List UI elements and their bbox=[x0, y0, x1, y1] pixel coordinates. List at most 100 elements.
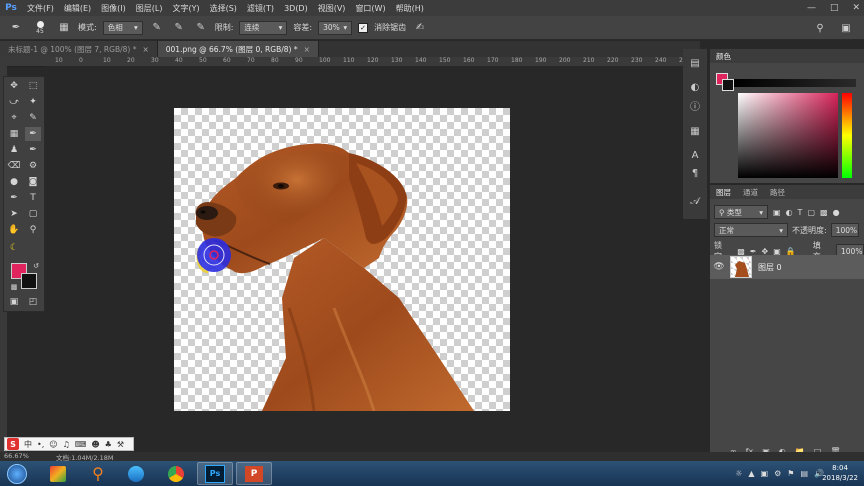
history-panel-icon[interactable]: ▤ bbox=[687, 55, 703, 71]
skin-icon[interactable]: ♣ bbox=[105, 440, 112, 449]
blend-mode-select[interactable]: 正常 ▾ bbox=[714, 223, 788, 237]
filter-adjust-icon[interactable]: ◐ bbox=[786, 208, 793, 217]
filter-toggle-icon[interactable]: ● bbox=[833, 208, 840, 217]
emoji-icon[interactable]: ☺ bbox=[49, 440, 57, 449]
close-icon[interactable]: ✕ bbox=[852, 3, 860, 13]
sample-continuous-icon[interactable]: ✎ bbox=[149, 20, 165, 36]
hue-slider[interactable] bbox=[842, 93, 852, 178]
zoom-level[interactable]: 66.67% bbox=[4, 452, 29, 460]
taskbar-app-photoshop[interactable]: Ps bbox=[197, 462, 233, 485]
blur-tool-icon[interactable]: ● bbox=[6, 175, 22, 189]
tab-color[interactable]: 颜色 bbox=[710, 51, 737, 62]
sogou-logo-icon[interactable]: S bbox=[7, 438, 19, 450]
background-color-swatch[interactable] bbox=[21, 273, 37, 289]
tab-001-png[interactable]: 001.png @ 66.7% (图层 0, RGB/8) * × bbox=[157, 41, 319, 57]
filter-shape-icon[interactable]: ▢ bbox=[807, 208, 815, 217]
menu-edit[interactable]: 编辑(E) bbox=[59, 3, 96, 14]
brush-panel-icon[interactable]: ▦ bbox=[56, 20, 72, 36]
brush-size-picker[interactable]: 45 bbox=[30, 20, 50, 35]
punctuation-icon[interactable]: •, bbox=[37, 440, 44, 449]
close-tab-icon[interactable]: × bbox=[142, 45, 148, 54]
menu-window[interactable]: 窗口(W) bbox=[350, 3, 390, 14]
path-selection-tool-icon[interactable]: ➤ bbox=[6, 207, 22, 221]
menu-type[interactable]: 文字(Y) bbox=[167, 3, 204, 14]
limits-select[interactable]: 连续 ▾ bbox=[239, 20, 288, 35]
quick-mask-icon[interactable]: ▣ bbox=[6, 295, 22, 309]
opacity-input[interactable]: 100% bbox=[830, 223, 859, 237]
marquee-tool-icon[interactable]: ⬚ bbox=[25, 79, 41, 93]
magic-wand-tool-icon[interactable]: ✦ bbox=[25, 95, 41, 109]
menu-select[interactable]: 选择(S) bbox=[205, 3, 242, 14]
menu-help[interactable]: 帮助(H) bbox=[391, 3, 429, 14]
crop-tool-icon[interactable]: ⌖ bbox=[6, 111, 22, 125]
clone-stamp-tool-icon[interactable]: ♟ bbox=[6, 143, 22, 157]
tolerance-input[interactable]: 30% ▾ bbox=[318, 20, 353, 35]
dodge-tool-icon[interactable]: ◙ bbox=[25, 175, 41, 189]
tab-untitled[interactable]: 未标题-1 @ 100% (图层 7, RGB/8) * × bbox=[0, 41, 158, 57]
antialias-checkbox[interactable]: ✓ bbox=[358, 22, 369, 33]
tray-icon-4[interactable]: ⚙ bbox=[774, 469, 781, 478]
mode-select[interactable]: 色相 ▾ bbox=[102, 20, 143, 35]
tray-icon-1[interactable]: ☼ bbox=[735, 469, 742, 478]
taskbar-app-search[interactable]: ⚲ bbox=[80, 462, 116, 485]
taskbar-app-chrome-store[interactable] bbox=[40, 462, 76, 485]
layer-filter-select[interactable]: ⚲ 类型 ▾ bbox=[714, 205, 768, 219]
menu-filter[interactable]: 滤镜(T) bbox=[242, 3, 279, 14]
maximize-icon[interactable]: □ bbox=[830, 3, 839, 13]
hand-tool-icon[interactable]: ✋ bbox=[6, 223, 22, 237]
paragraph-panel-icon[interactable]: ¶ bbox=[687, 165, 703, 181]
tray-icon-3[interactable]: ▣ bbox=[761, 469, 769, 478]
tray-icon-5[interactable]: ⚑ bbox=[787, 469, 794, 478]
menu-layer[interactable]: 图层(L) bbox=[131, 3, 168, 14]
paint-bucket-tool-icon[interactable]: ⚙ bbox=[25, 159, 41, 173]
sample-once-icon[interactable]: ✎ bbox=[171, 20, 187, 36]
color-ramp-top[interactable] bbox=[734, 79, 856, 87]
tab-paths[interactable]: 路径 bbox=[764, 187, 791, 198]
brush-panel-icon[interactable]: ▦ bbox=[687, 123, 703, 139]
taskbar-app-powerpoint[interactable]: P bbox=[236, 462, 272, 485]
eraser-tool-icon[interactable]: ⌫ bbox=[6, 159, 22, 173]
brush-tool-preset-icon[interactable]: ✒ bbox=[8, 20, 24, 36]
minimize-icon[interactable]: — bbox=[807, 3, 816, 13]
settings-icon[interactable]: ⚒ bbox=[117, 440, 124, 449]
voice-icon[interactable]: ♫ bbox=[63, 440, 70, 449]
history-brush-tool-icon[interactable]: ✒ bbox=[25, 143, 41, 157]
filter-pixel-icon[interactable]: ▣ bbox=[773, 208, 781, 217]
search-icon[interactable]: ⚲ bbox=[812, 20, 828, 36]
close-tab-icon[interactable]: × bbox=[304, 45, 310, 54]
default-colors-icon[interactable]: ▩ bbox=[6, 280, 22, 294]
taskbar-app-chrome[interactable] bbox=[158, 462, 194, 485]
color-replacement-tool-icon[interactable]: ✒ bbox=[25, 127, 41, 141]
color-bg-mini-swatch[interactable] bbox=[722, 79, 734, 91]
filter-type-icon[interactable]: T bbox=[798, 208, 803, 217]
start-button[interactable] bbox=[2, 462, 32, 485]
eyedropper-tool-icon[interactable]: ✎ bbox=[25, 111, 41, 125]
healing-tool-icon[interactable]: ▦ bbox=[6, 127, 22, 141]
glyphs-panel-icon[interactable]: 𝒜 bbox=[687, 193, 703, 209]
taskbar-app-360[interactable] bbox=[118, 462, 154, 485]
eye-icon[interactable]: 👁 bbox=[710, 262, 728, 272]
workspace-icon[interactable]: ▣ bbox=[838, 20, 854, 36]
character-panel-icon[interactable]: A bbox=[687, 147, 703, 163]
user-icon[interactable]: ☻ bbox=[91, 440, 99, 449]
sample-swatch-icon[interactable]: ✎ bbox=[193, 20, 209, 36]
menu-file[interactable]: 文件(F) bbox=[22, 3, 59, 14]
tab-channels[interactable]: 通道 bbox=[737, 187, 764, 198]
adjustments-panel-icon[interactable]: ◐ bbox=[687, 79, 703, 95]
keyboard-icon[interactable]: ⌨ bbox=[75, 440, 87, 449]
zoom-tool-icon[interactable]: ⚲ bbox=[25, 223, 41, 237]
document-canvas[interactable] bbox=[174, 108, 510, 411]
menu-image[interactable]: 图像(I) bbox=[96, 3, 131, 14]
lasso-tool-icon[interactable]: ⤻ bbox=[6, 95, 22, 109]
ime-mode[interactable]: 中 bbox=[24, 439, 32, 450]
info-panel-icon[interactable]: ⓘ bbox=[687, 97, 703, 113]
pressure-icon[interactable]: ✍ bbox=[412, 20, 428, 36]
shape-tool-icon[interactable]: ▢ bbox=[25, 207, 41, 221]
tray-icon-2[interactable]: ▲ bbox=[748, 469, 754, 478]
type-tool-icon[interactable]: T bbox=[25, 191, 41, 205]
swap-colors-icon[interactable]: ↺ bbox=[28, 259, 44, 273]
color-field[interactable] bbox=[738, 93, 838, 178]
screen-mode-icon[interactable]: ◰ bbox=[25, 295, 41, 309]
layer-row[interactable]: 👁 图层 0 bbox=[710, 255, 864, 279]
menu-view[interactable]: 视图(V) bbox=[313, 3, 351, 14]
